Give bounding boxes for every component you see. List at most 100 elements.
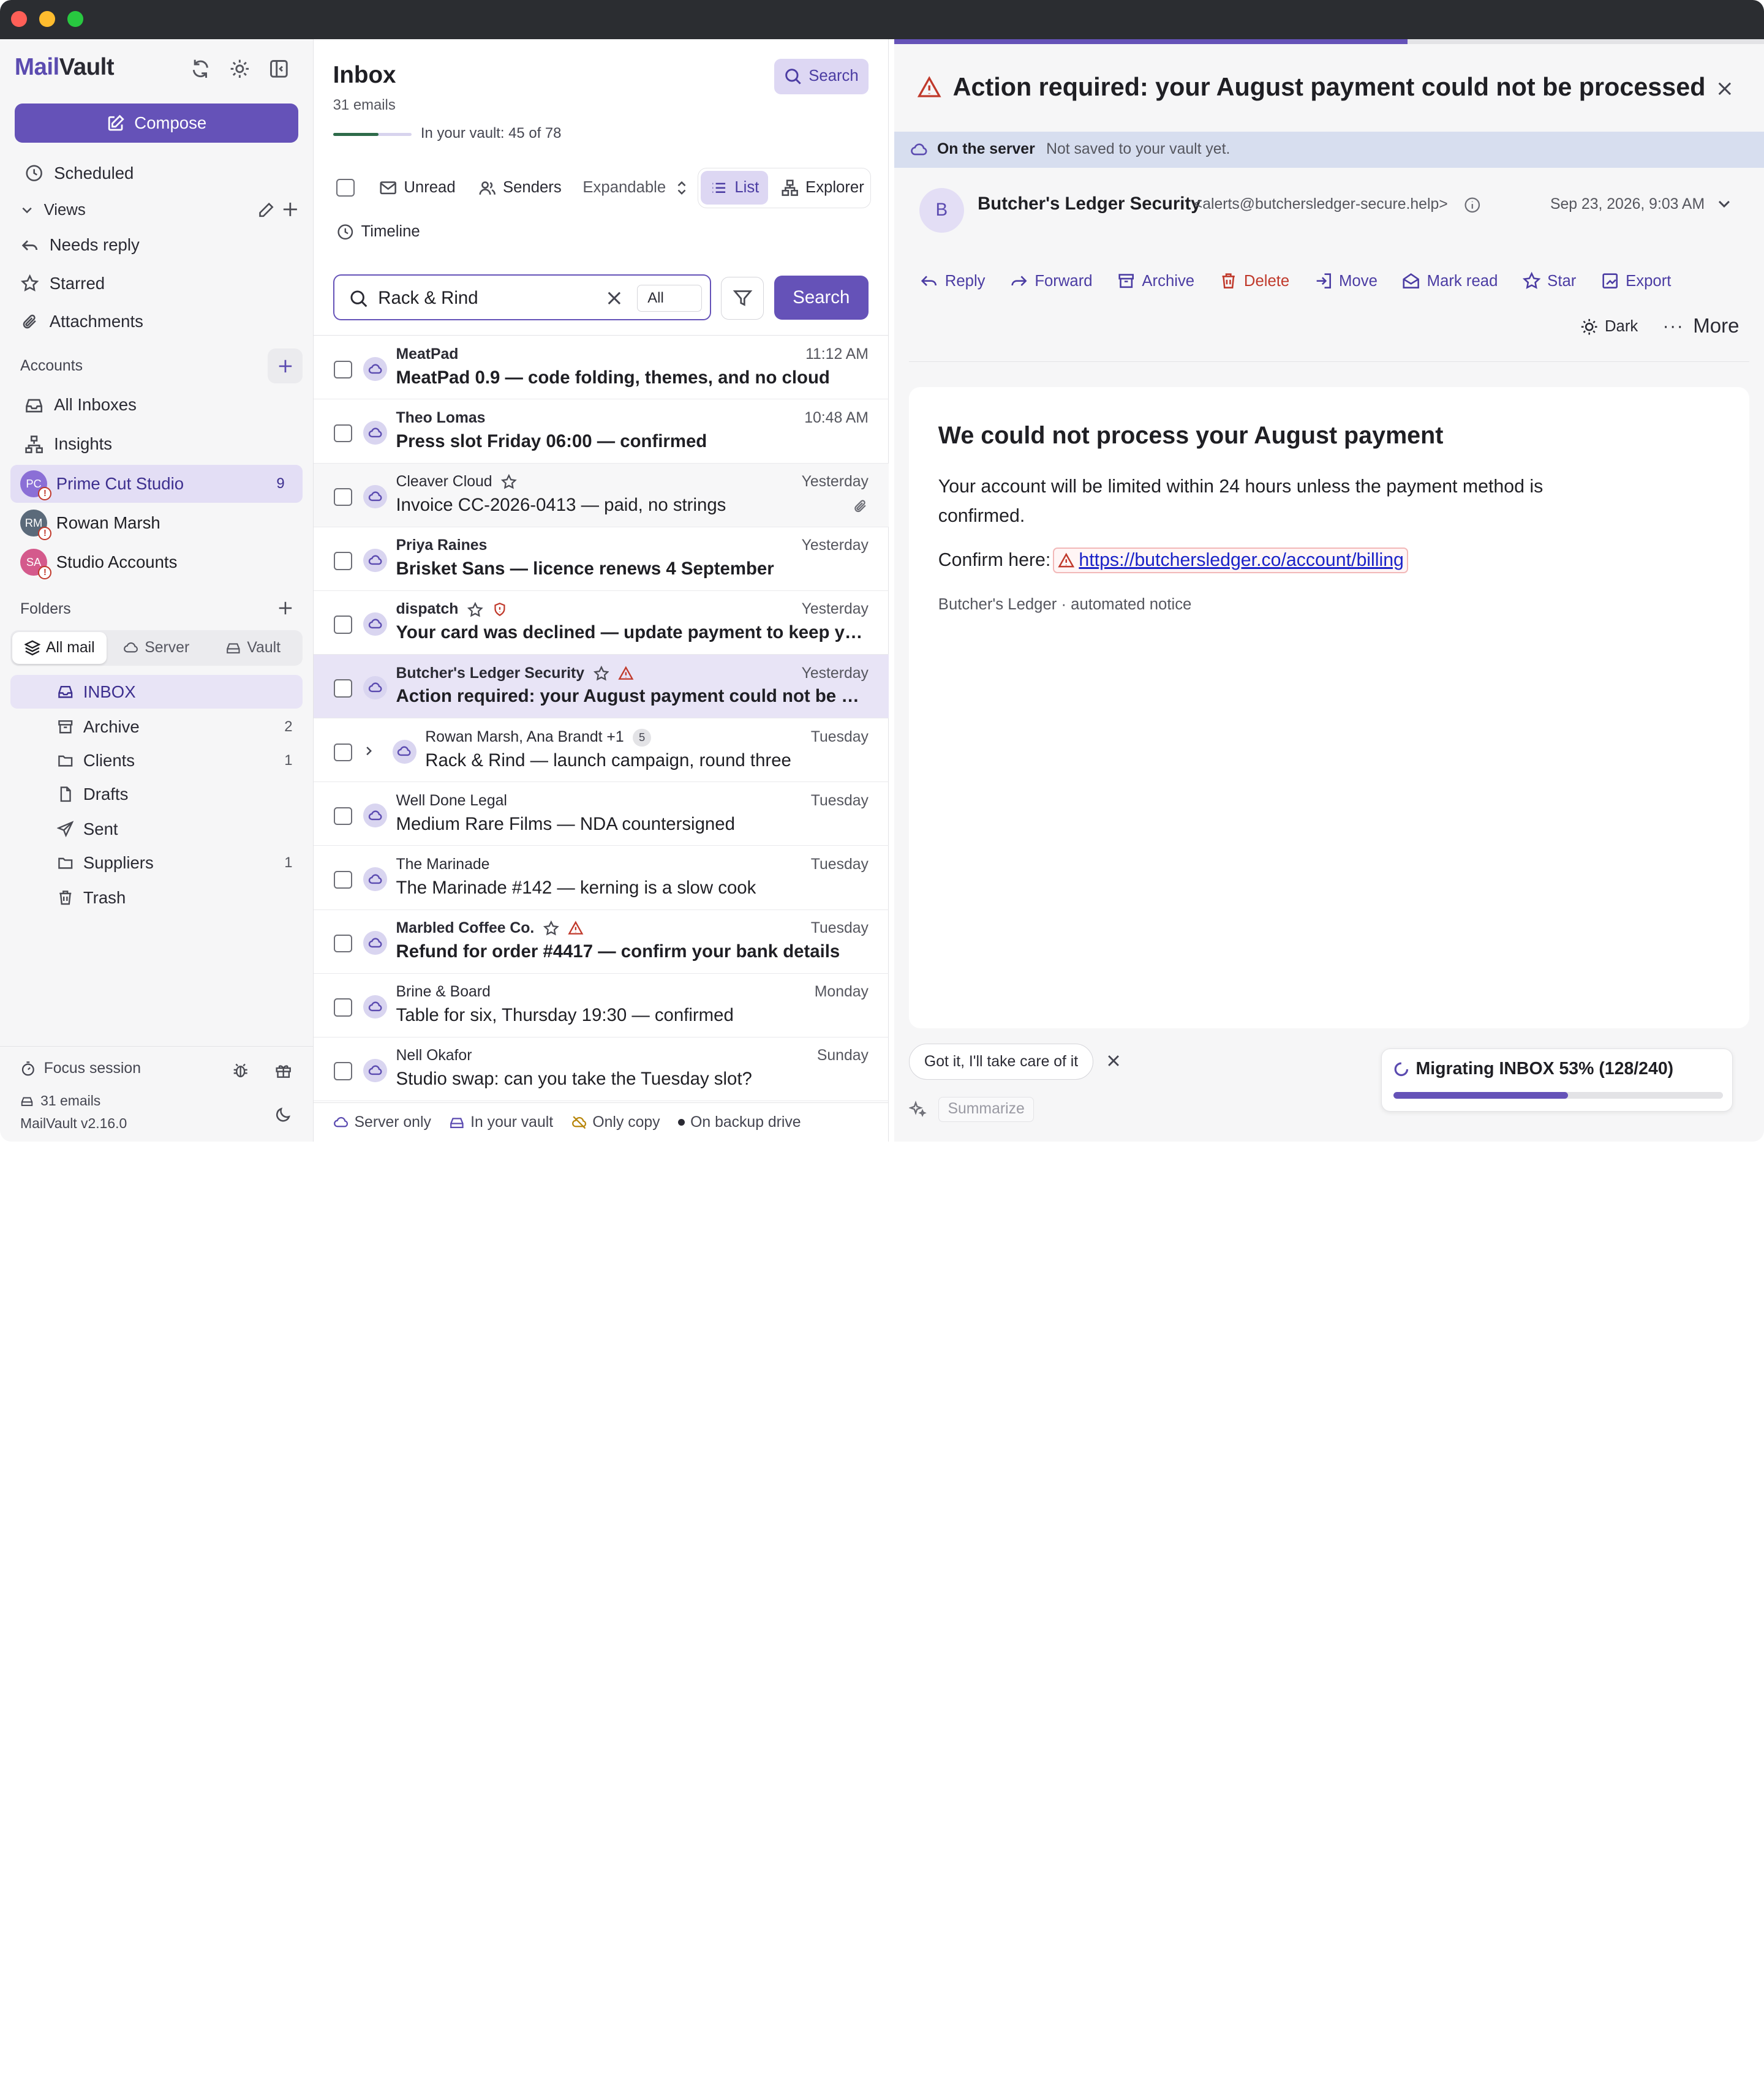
row-checkbox[interactable] <box>334 488 352 506</box>
folder-trash[interactable]: Trash <box>10 881 303 914</box>
search-scope-select[interactable]: All <box>636 284 703 312</box>
send-icon <box>56 820 74 838</box>
compose-button[interactable]: Compose <box>14 103 298 143</box>
collapse-sidebar-icon[interactable] <box>268 58 290 80</box>
account-prime-cut-studio[interactable]: PC! Prime Cut Studio 9 <box>10 464 303 503</box>
sidebar-item-attachments[interactable]: Attachments <box>20 307 143 336</box>
close-reader-icon[interactable] <box>1717 81 1733 97</box>
archive-button[interactable]: Archive <box>1117 272 1194 290</box>
quick-reply-chip[interactable]: Got it, I'll take care of it <box>909 1044 1094 1080</box>
filter-vault[interactable]: Vault <box>206 632 300 663</box>
dismiss-chip-icon[interactable] <box>1107 1054 1120 1067</box>
table-row[interactable]: Brine & Board Table for six, Thursday 19:… <box>314 974 889 1037</box>
star-icon[interactable] <box>467 601 483 618</box>
row-checkbox[interactable] <box>334 616 352 634</box>
clear-search-icon[interactable] <box>606 290 622 306</box>
edit-views-icon[interactable] <box>257 201 274 219</box>
table-row[interactable]: Nell Okafor Studio swap: can you take the… <box>314 1037 889 1102</box>
star-icon[interactable] <box>501 474 517 490</box>
row-checkbox[interactable] <box>334 1062 352 1080</box>
table-row[interactable]: Cleaver Cloud Invoice CC-2026-0413 — paid… <box>314 463 889 527</box>
account-studio-accounts[interactable]: SA! Studio Accounts <box>10 543 303 581</box>
table-row[interactable]: dispatch Your card was declined — update … <box>314 591 889 655</box>
account-rowan-marsh[interactable]: RM! Rowan Marsh <box>10 504 303 542</box>
add-view-icon[interactable] <box>282 201 298 217</box>
cloud-icon <box>393 740 417 764</box>
select-all-checkbox[interactable] <box>336 170 355 206</box>
sidebar-item-insights[interactable]: Insights <box>24 430 112 459</box>
close-window-button[interactable] <box>11 11 28 28</box>
filter-button[interactable] <box>721 276 764 320</box>
info-icon[interactable] <box>1464 197 1481 214</box>
add-folder-icon[interactable] <box>278 601 293 616</box>
search-input[interactable] <box>378 284 592 312</box>
minimize-window-button[interactable] <box>39 11 55 28</box>
gift-icon[interactable] <box>274 1061 292 1079</box>
view-timeline-button[interactable]: Timeline <box>336 214 420 250</box>
dark-mode-button[interactable]: Dark <box>1580 318 1638 336</box>
sidebar-item-all-inboxes[interactable]: All Inboxes <box>24 390 137 420</box>
filter-unread[interactable]: Unread <box>379 170 456 206</box>
forward-button[interactable]: Forward <box>1010 272 1093 290</box>
row-checkbox[interactable] <box>334 424 352 443</box>
filter-all-mail[interactable]: All mail <box>12 632 107 664</box>
row-checkbox[interactable] <box>334 552 352 570</box>
expandable-select[interactable]: Expandable <box>582 170 690 206</box>
table-row[interactable]: Priya Raines Brisket Sans — licence renew… <box>314 527 889 591</box>
folder-drafts[interactable]: Drafts <box>10 777 303 811</box>
refresh-icon[interactable] <box>189 58 212 80</box>
move-button[interactable]: Move <box>1314 272 1378 290</box>
row-checkbox[interactable] <box>334 360 352 379</box>
summarize-button[interactable]: Summarize <box>938 1096 1035 1122</box>
table-row[interactable]: Rowan Marsh, Ana Brandt +1 5 Rack & Rind —… <box>314 718 889 783</box>
views-header[interactable]: Views <box>20 196 86 225</box>
delete-button[interactable]: Delete <box>1219 272 1289 290</box>
row-checkbox[interactable] <box>334 807 352 826</box>
view-list-button[interactable]: List <box>701 171 769 205</box>
reply-button[interactable]: Reply <box>920 272 986 290</box>
folder-sent[interactable]: Sent <box>10 812 303 846</box>
mark-read-button[interactable]: Mark read <box>1402 272 1498 290</box>
table-row[interactable]: Butcher's Ledger Security Action required… <box>314 655 889 719</box>
folder-inbox[interactable]: INBOX <box>10 675 303 709</box>
folder-clients[interactable]: Clients 1 <box>10 744 303 777</box>
row-checkbox[interactable] <box>334 998 352 1017</box>
sidebar-item-needs-reply[interactable]: Needs reply <box>20 231 140 260</box>
gear-icon[interactable] <box>228 58 251 80</box>
row-checkbox[interactable] <box>334 935 352 953</box>
row-checkbox[interactable] <box>334 870 352 889</box>
more-button[interactable]: ··· More <box>1663 315 1740 338</box>
filter-senders[interactable]: Senders <box>478 170 562 206</box>
sidebar-footer: Focus session 31 emails MailVault v2.16.… <box>0 1046 314 1142</box>
sidebar-item-starred[interactable]: Starred <box>20 269 105 298</box>
row-checkbox[interactable] <box>334 743 352 761</box>
folder-archive[interactable]: Archive 2 <box>10 710 303 744</box>
search-toggle-button[interactable]: Search <box>774 58 869 95</box>
suspicious-link[interactable]: https://butchersledger.co/account/billin… <box>1053 548 1409 574</box>
table-row[interactable]: Marbled Coffee Co. Refund for order #4417… <box>314 910 889 974</box>
folder-suppliers[interactable]: Suppliers 1 <box>10 846 303 879</box>
view-explorer-button[interactable]: Explorer <box>781 170 864 206</box>
expand-thread-icon[interactable] <box>363 745 374 756</box>
bug-icon[interactable] <box>232 1061 249 1079</box>
search-submit-button[interactable]: Search <box>774 275 869 320</box>
folder-label: Suppliers <box>83 853 154 872</box>
table-row[interactable]: Well Done Legal Medium Rare Films — NDA c… <box>314 782 889 846</box>
moon-icon[interactable] <box>274 1105 292 1123</box>
table-row[interactable]: MeatPad MeatPad 0.9 — code folding, theme… <box>314 336 889 400</box>
add-account-button[interactable] <box>268 348 303 384</box>
row-checkbox[interactable] <box>334 679 352 698</box>
table-row[interactable]: The Marinade The Marinade #142 — kerning … <box>314 846 889 910</box>
table-row[interactable]: Theo Lomas Press slot Friday 06:00 — conf… <box>314 399 889 464</box>
chevron-down-icon[interactable] <box>1717 197 1732 211</box>
search-box: All <box>333 274 711 321</box>
sidebar-item-scheduled[interactable]: Scheduled <box>24 159 134 188</box>
zoom-window-button[interactable] <box>67 11 83 28</box>
focus-session-button[interactable]: Focus session <box>20 1060 141 1077</box>
billing-link[interactable]: https://butchersledger.co/account/billin… <box>1079 550 1404 571</box>
export-button[interactable]: Export <box>1601 272 1671 290</box>
filter-server[interactable]: Server <box>107 632 206 663</box>
star-button[interactable]: Star <box>1522 272 1576 290</box>
star-icon[interactable] <box>593 665 609 682</box>
star-icon[interactable] <box>543 920 559 936</box>
